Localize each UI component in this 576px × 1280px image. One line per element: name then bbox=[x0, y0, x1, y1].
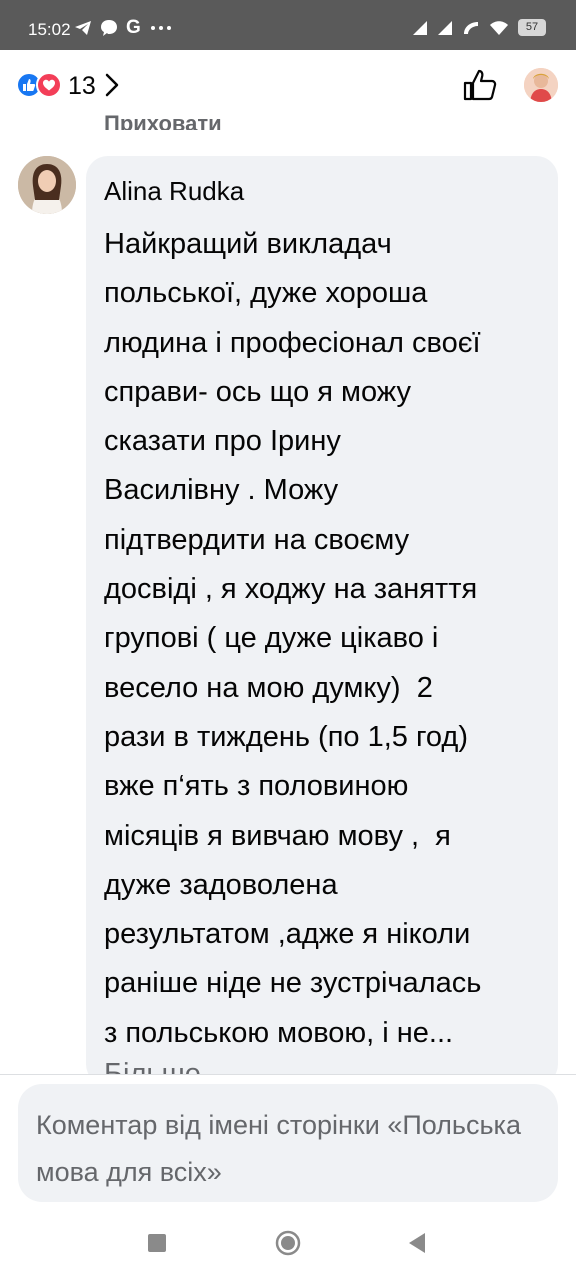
signal-icon bbox=[438, 20, 452, 35]
system-nav-bar bbox=[0, 1206, 576, 1280]
comment-author[interactable]: Alina Rudka bbox=[104, 176, 244, 207]
more-icon bbox=[150, 26, 171, 30]
google-icon: G bbox=[126, 17, 141, 38]
commenter-avatar[interactable] bbox=[18, 156, 76, 214]
composer-bar: Коментар від імені сторінки «Польська мо… bbox=[0, 1074, 576, 1206]
notification-icons: G bbox=[74, 17, 173, 39]
data-saver-icon bbox=[464, 21, 478, 34]
comment-bubble: Alina Rudka Найкращий викладач польської… bbox=[86, 156, 558, 1086]
page-avatar[interactable] bbox=[524, 68, 558, 102]
status-bar: 15:02 G 57 bbox=[0, 0, 576, 50]
comment-text: Найкращий викладач польської, дуже хорош… bbox=[104, 228, 482, 1049]
reactions-summary[interactable] bbox=[16, 72, 64, 98]
reaction-count[interactable]: 13 bbox=[68, 72, 96, 101]
chat-icon bbox=[101, 20, 117, 36]
comment-input-placeholder: Коментар від імені сторінки «Польська мо… bbox=[36, 1110, 521, 1187]
status-time: 15:02 bbox=[28, 20, 71, 39]
system-icons: 57 bbox=[412, 19, 546, 36]
comment-input[interactable]: Коментар від імені сторінки «Польська мо… bbox=[18, 1084, 558, 1202]
hide-replies-link[interactable]: Приховати bbox=[104, 106, 222, 130]
home-button[interactable] bbox=[273, 1228, 303, 1258]
signal-icon bbox=[413, 20, 427, 35]
chevron-right-icon[interactable] bbox=[104, 72, 120, 98]
telegram-icon bbox=[75, 21, 91, 35]
like-button[interactable] bbox=[462, 68, 498, 102]
back-button[interactable] bbox=[402, 1228, 432, 1258]
reactions-header: 13 bbox=[0, 50, 576, 116]
battery-icon: 57 bbox=[518, 19, 546, 36]
love-reaction-icon bbox=[36, 72, 62, 98]
recent-apps-button[interactable] bbox=[142, 1228, 172, 1258]
wifi-icon bbox=[490, 20, 508, 35]
